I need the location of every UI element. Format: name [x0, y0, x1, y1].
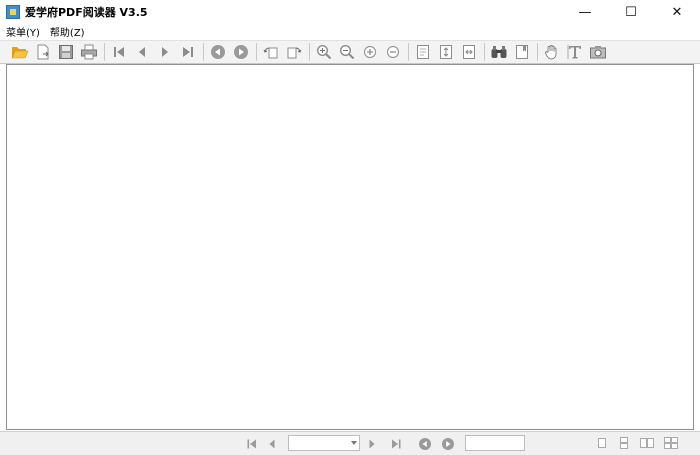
- status-last-page-button[interactable]: [387, 435, 405, 452]
- first-page-icon: [114, 47, 124, 57]
- zoom-step-in-button[interactable]: [359, 41, 381, 63]
- fit-width-button[interactable]: [458, 41, 480, 63]
- first-page-icon: [247, 439, 256, 448]
- first-page-button[interactable]: [108, 41, 130, 63]
- title-bar: 爱学府PDF阅读器 V3.5 — ☐ ✕: [0, 0, 700, 24]
- menu-bar: 菜单(Y) 帮助(Z): [0, 24, 700, 39]
- folder-open-icon: [11, 47, 29, 59]
- status-forward-button[interactable]: [439, 435, 457, 452]
- open-file-button[interactable]: [9, 41, 31, 63]
- next-page-button[interactable]: [154, 41, 176, 63]
- toolbar-separator: [408, 43, 409, 61]
- rotate-right-icon: [287, 47, 302, 59]
- menu-item-help[interactable]: 帮助(Z): [44, 24, 89, 39]
- hand-icon: [545, 45, 557, 60]
- fit-width-icon: [463, 45, 475, 59]
- triangle-right-icon: [162, 47, 168, 57]
- minimize-button[interactable]: —: [562, 0, 608, 24]
- snapshot-button[interactable]: [587, 41, 609, 63]
- rotate-right-button[interactable]: [283, 41, 305, 63]
- zoom-out-button[interactable]: [336, 41, 358, 63]
- circle-arrow-right-icon: [234, 45, 248, 59]
- rotate-left-icon: [263, 47, 278, 59]
- circle-minus-icon: [386, 45, 400, 59]
- binoculars-icon: [491, 46, 507, 58]
- app-icon: [6, 5, 20, 19]
- back-button[interactable]: [207, 41, 229, 63]
- circle-plus-icon: [363, 45, 377, 59]
- page-number-select[interactable]: [288, 435, 360, 451]
- single-page-view-button[interactable]: [596, 437, 610, 449]
- circle-arrow-left-icon: [419, 437, 431, 450]
- window-title: 爱学府PDF阅读器 V3.5: [25, 6, 148, 19]
- printer-icon: [81, 44, 97, 60]
- document-arrow-icon: [37, 44, 49, 60]
- toolbar-separator: [484, 43, 485, 61]
- status-bar: [0, 431, 700, 455]
- menu-item-menu[interactable]: 菜单(Y): [0, 24, 44, 39]
- text-select-button[interactable]: [564, 41, 586, 63]
- last-page-icon: [392, 439, 401, 448]
- rotate-left-button[interactable]: [260, 41, 282, 63]
- last-page-button[interactable]: [177, 41, 199, 63]
- forward-button[interactable]: [230, 41, 252, 63]
- continuous-facing-view-button[interactable]: [664, 437, 678, 449]
- toolbar-separator: [256, 43, 257, 61]
- toolbar-separator: [203, 43, 204, 61]
- actual-size-button[interactable]: [412, 41, 434, 63]
- zoom-step-out-button[interactable]: [382, 41, 404, 63]
- single-page-icon: [598, 438, 606, 448]
- maximize-button[interactable]: ☐: [608, 0, 654, 24]
- find-button[interactable]: [488, 41, 510, 63]
- print-button[interactable]: [78, 41, 100, 63]
- toolbar: [0, 40, 700, 64]
- toolbar-separator: [104, 43, 105, 61]
- zoom-in-button[interactable]: [313, 41, 335, 63]
- bookmark-button[interactable]: [511, 41, 533, 63]
- previous-page-button[interactable]: [131, 41, 153, 63]
- bookmark-page-icon: [516, 45, 528, 59]
- toolbar-separator: [309, 43, 310, 61]
- floppy-disk-icon: [59, 45, 73, 59]
- save-button[interactable]: [55, 41, 77, 63]
- camera-icon: [590, 46, 606, 59]
- circle-arrow-right-icon: [442, 437, 454, 450]
- save-as-button[interactable]: [32, 41, 54, 63]
- fit-page-button[interactable]: [435, 41, 457, 63]
- continuous-facing-icon: [664, 437, 678, 449]
- circle-arrow-left-icon: [211, 45, 225, 59]
- status-first-page-button[interactable]: [243, 435, 261, 452]
- text-tool-icon: [567, 45, 581, 59]
- status-back-button[interactable]: [416, 435, 434, 452]
- triangle-left-icon: [139, 47, 145, 57]
- toolbar-separator: [537, 43, 538, 61]
- facing-pages-icon: [640, 438, 654, 448]
- magnifier-plus-icon: [316, 44, 332, 60]
- actual-size-icon: [417, 45, 429, 59]
- triangle-left-icon: [269, 439, 275, 448]
- hand-tool-button[interactable]: [541, 41, 563, 63]
- continuous-page-icon: [620, 437, 628, 449]
- close-button[interactable]: ✕: [654, 0, 700, 24]
- last-page-icon: [183, 47, 193, 57]
- triangle-right-icon: [369, 439, 375, 448]
- status-next-page-button[interactable]: [363, 435, 381, 452]
- zoom-level-field[interactable]: [465, 435, 525, 451]
- fit-page-icon: [440, 45, 452, 59]
- magnifier-minus-icon: [339, 44, 355, 60]
- chevron-down-icon: [351, 441, 357, 445]
- continuous-view-button[interactable]: [618, 437, 632, 449]
- status-previous-page-button[interactable]: [263, 435, 281, 452]
- document-view[interactable]: [6, 64, 694, 430]
- facing-view-button[interactable]: [640, 437, 654, 449]
- window-controls: — ☐ ✕: [562, 0, 700, 24]
